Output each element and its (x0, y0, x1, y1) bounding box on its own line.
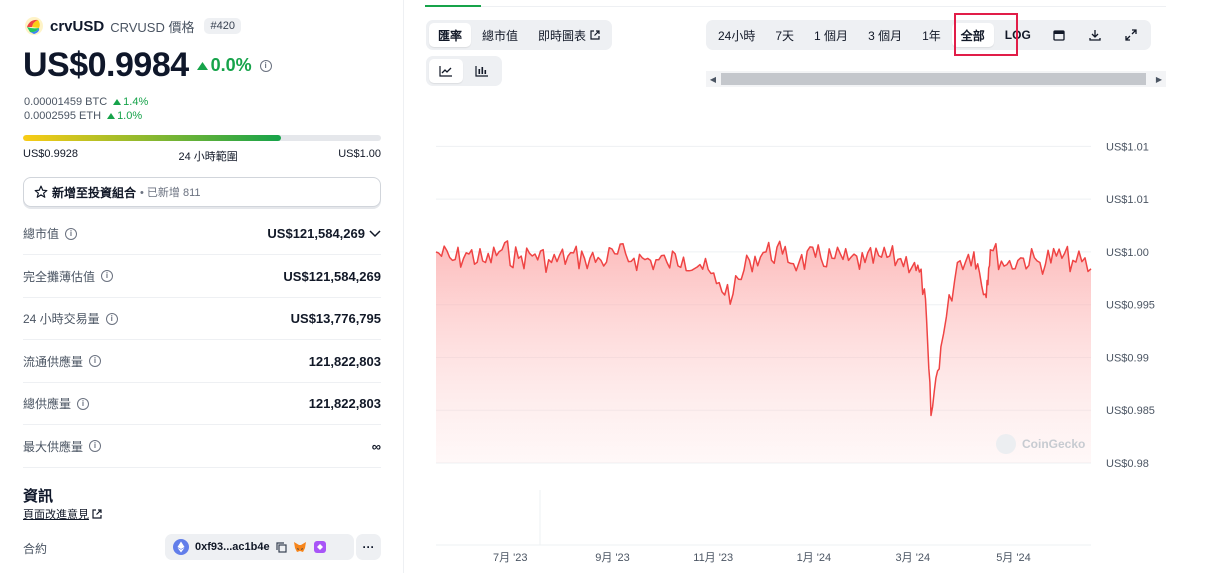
copy-icon[interactable] (276, 541, 287, 553)
stat-label-text: 最大供應量 (23, 439, 84, 454)
stat-label-text: 總供應量 (23, 397, 72, 411)
y-tick-label: US$1.00 (1106, 247, 1149, 259)
x-tick-label: 1月 '24 (797, 552, 832, 564)
eth-change: 1.0% (107, 110, 142, 122)
stat-value-text: US$13,776,795 (290, 311, 381, 326)
info-heading: 資訊 (23, 488, 54, 505)
feedback-link-label: 頁面改進意見 (23, 509, 89, 521)
contract-address-pill[interactable]: 0xf93...ac1b4e (165, 534, 354, 560)
stat-value: 121,822,803 (309, 354, 381, 369)
info-icon[interactable]: i (77, 397, 90, 410)
y-tick-label: US$0.98 (1106, 458, 1149, 470)
x-tick-label: 3月 '24 (896, 552, 931, 564)
caret-up-icon (196, 61, 208, 70)
coingecko-watermark-icon (996, 434, 1016, 454)
stat-label: 完全攤薄估值 i (23, 268, 114, 285)
contract-address: 0xf93...ac1b4e (195, 541, 270, 553)
stat-value: 121,822,803 (309, 396, 381, 411)
stat-row: 總供應量 i 121,822,803 (23, 383, 381, 425)
price-change-24h: 0.0% (196, 55, 252, 76)
chart-panel: 匯率 總市值 即時圖表 24小時 7天 1 個月 3 個月 1年 全部 LOG (405, 0, 1214, 573)
eth-change-value: 1.0% (117, 110, 143, 122)
x-tick-label: 9月 '23 (595, 552, 630, 564)
stat-label-text: 完全攤薄估值 (23, 269, 96, 284)
range-24h-labels: US$0.9928 24 小時範圍 US$1.00 (23, 148, 381, 164)
btc-change-value: 1.4% (123, 96, 149, 108)
stat-label-text: 流通供應量 (23, 354, 84, 369)
x-tick-label: 11月 '23 (693, 552, 733, 564)
coin-name: crvUSD (50, 17, 105, 35)
range-low: US$0.9928 (23, 148, 79, 160)
stat-value-text: US$121,584,269 (283, 268, 381, 284)
stat-value[interactable]: US$121,584,269 (267, 226, 381, 241)
btc-price: 0.00001459 BTC (24, 96, 108, 108)
feedback-link[interactable]: 頁面改進意見 (23, 506, 102, 522)
add-to-portfolio-button[interactable]: 新增至投資組合 • 已新增 811 (23, 177, 381, 207)
price-row: US$0.9984 0.0% i (23, 46, 272, 85)
stat-label-text: 總市值 (23, 227, 60, 241)
contract-label: 合約 (23, 542, 48, 556)
info-icon[interactable]: i (89, 440, 102, 452)
range-24h-fill (23, 135, 281, 141)
caret-up-icon (113, 99, 122, 105)
info-icon[interactable]: i (259, 59, 272, 72)
info-icon[interactable]: i (89, 355, 102, 367)
coin-header: crvUSD CRVUSD 價格 #420 (24, 16, 241, 36)
stat-row: 最大供應量 i ∞ (23, 426, 381, 468)
x-tick-label: 5月 '24 (996, 552, 1031, 564)
coin-price-label: CRVUSD 價格 (110, 19, 195, 35)
caret-up-icon (107, 113, 116, 119)
stat-value-text: ∞ (371, 438, 381, 454)
stat-label: 最大供應量 i (23, 438, 102, 455)
add-to-portfolio-label: 新增至投資組合 (52, 185, 137, 200)
btc-change: 1.4% (113, 96, 148, 108)
stat-label: 流通供應量 i (23, 353, 102, 370)
stat-value: US$13,776,795 (291, 311, 381, 326)
stat-row: 24 小時交易量 i US$13,776,795 (23, 298, 381, 340)
stat-label: 總供應量 i (23, 395, 90, 412)
eth-price-row: 0.0002595 ETH 1.0% (24, 110, 142, 122)
range-label: 24 小時範圍 (178, 151, 238, 163)
info-icon[interactable]: i (101, 270, 114, 282)
stat-label-text: 24 小時交易量 (23, 312, 100, 326)
ethereum-icon (173, 539, 189, 555)
star-icon (34, 185, 48, 198)
info-icon[interactable]: i (65, 227, 78, 240)
wallet-app-icon[interactable] (313, 540, 327, 554)
y-tick-label: US$0.99 (1106, 352, 1149, 364)
stat-value-text: 121,822,803 (308, 396, 381, 411)
stat-value-text: 121,822,803 (308, 353, 381, 369)
rank-badge: #420 (204, 18, 241, 34)
more-options-icon[interactable]: ··· (356, 534, 381, 560)
coin-overview-panel: crvUSD CRVUSD 價格 #420 US$0.9984 0.0% i 0… (0, 0, 404, 573)
y-tick-label: US$1.01 (1106, 194, 1149, 206)
range-24h-bar (23, 135, 381, 141)
y-tick-label: US$1.01 (1106, 141, 1149, 153)
stat-value-text: US$121,584,269 (267, 226, 365, 241)
stat-row: 完全攤薄估值 i US$121,584,269 (23, 256, 381, 298)
price-change-value: 0.0% (210, 55, 252, 75)
metamask-icon[interactable] (293, 540, 307, 554)
stat-label: 24 小時交易量 i (23, 310, 118, 327)
portfolio-added-count: • 已新增 811 (140, 187, 201, 199)
chevron-down-icon[interactable] (369, 229, 381, 238)
crvusd-logo-icon (25, 17, 43, 35)
x-tick-label: 7月 '23 (493, 552, 528, 564)
coingecko-watermark: CoinGecko (1022, 437, 1085, 451)
price-area-fill (436, 240, 1091, 463)
price-chart[interactable]: US$1.01 US$1.01 US$1.00 US$0.995 US$0.99 US$0… (405, 0, 1214, 573)
btc-price-row: 0.00001459 BTC 1.4% (24, 96, 148, 108)
external-link-icon (92, 509, 102, 519)
stat-value: ∞ (372, 439, 381, 454)
info-icon[interactable]: i (105, 312, 118, 325)
current-price: US$0.9984 (23, 46, 189, 84)
stat-row: 總市值 i US$121,584,269 (23, 213, 381, 255)
y-tick-label: US$0.985 (1106, 405, 1155, 417)
range-high: US$1.00 (338, 148, 381, 160)
y-tick-label: US$0.995 (1106, 300, 1155, 312)
stat-label: 總市值 i (23, 225, 78, 242)
stat-row: 流通供應量 i 121,822,803 (23, 341, 381, 383)
stat-value: US$121,584,269 (283, 269, 381, 284)
eth-price: 0.0002595 ETH (24, 110, 102, 122)
